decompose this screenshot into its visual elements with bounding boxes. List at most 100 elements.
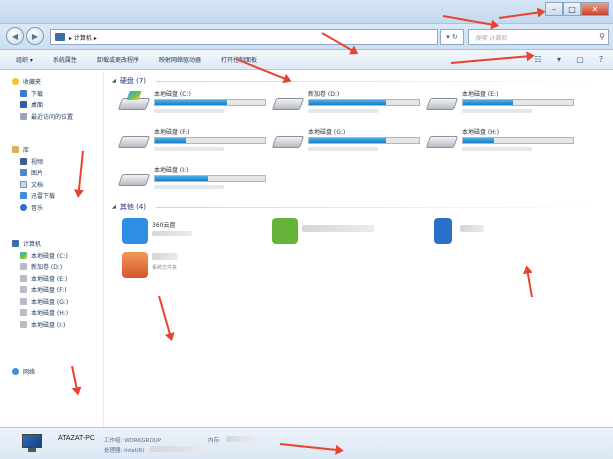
system-drive-icon xyxy=(20,251,27,259)
blurred-text xyxy=(462,147,532,151)
drive-name: 本地磁盘 (E:) xyxy=(462,91,499,98)
drive-tile[interactable]: 本地磁盘 (F:) xyxy=(116,124,276,158)
drive-usage-bar xyxy=(154,175,266,182)
drive-icon xyxy=(425,98,459,110)
download-icon xyxy=(20,89,27,97)
sidebar-network[interactable]: 网络 xyxy=(12,366,104,378)
sidebar-item-drive-i[interactable]: 本地磁盘 (I:) xyxy=(12,319,104,331)
drive-usage-bar xyxy=(308,99,420,106)
drive-icon xyxy=(20,320,27,328)
computer-group: 计算机 本地磁盘 (C:) 新加卷 (D:) 本地磁盘 (E:) 本地磁盘 (F… xyxy=(12,238,104,330)
forward-button[interactable]: ▶ xyxy=(26,27,44,45)
sidebar-item-drive-e[interactable]: 本地磁盘 (E:) xyxy=(12,273,104,285)
system-properties-button[interactable]: 系统属性 xyxy=(53,55,77,64)
blurred-text xyxy=(150,446,210,452)
music-icon xyxy=(20,203,27,211)
sidebar-item-drive-f[interactable]: 本地磁盘 (F:) xyxy=(12,284,104,296)
address-bar[interactable]: ▸ 计算机 ▸ xyxy=(50,29,438,45)
drive-usage-fill xyxy=(155,138,186,143)
uninstall-program-button[interactable]: 卸载或更改程序 xyxy=(97,55,139,64)
chevron-down-icon[interactable]: ▾ xyxy=(553,53,565,65)
desktop-icon xyxy=(20,101,27,109)
drive-usage-fill xyxy=(155,100,227,105)
drive-usage-bar xyxy=(462,137,574,144)
back-button[interactable]: ◀ xyxy=(6,27,24,45)
drive-icon xyxy=(271,98,305,110)
library-icon xyxy=(12,146,19,154)
drive-usage-fill xyxy=(463,100,513,105)
other-item-phone[interactable] xyxy=(424,214,574,254)
processor-label: 处理器: Intel(R) xyxy=(104,448,145,454)
download-folder-icon xyxy=(20,192,27,200)
drive-icon xyxy=(271,136,305,148)
other-item-app[interactable] xyxy=(266,214,416,254)
blurred-text xyxy=(152,231,192,236)
drive-tile[interactable]: 本地磁盘 (C:) xyxy=(116,86,276,120)
close-button[interactable]: ✕ xyxy=(581,2,609,16)
phone-icon xyxy=(434,218,452,244)
section-divider xyxy=(156,207,607,208)
network-group: 网络 xyxy=(12,366,104,378)
drive-icon xyxy=(20,309,27,317)
sidebar-item-drive-h[interactable]: 本地磁盘 (H:) xyxy=(12,307,104,319)
drive-usage-fill xyxy=(309,138,386,143)
sidebar-item-drive-g[interactable]: 本地磁盘 (G:) xyxy=(12,296,104,308)
drive-icon xyxy=(20,263,27,271)
content-pane: ◢ 硬盘 (7) 本地磁盘 (C:) 新加卷 (D:) 本地磁盘 (E:) 本地磁盘 … xyxy=(112,72,613,427)
refresh-button[interactable]: ▾ ↻ xyxy=(440,29,464,45)
app-icon xyxy=(272,218,298,244)
drive-icon xyxy=(20,274,27,282)
sidebar-item-thunder-downloads[interactable]: 迅雷下载 xyxy=(12,190,104,202)
drive-usage-bar xyxy=(154,137,266,144)
sidebar-item-downloads[interactable]: 下载 xyxy=(12,88,104,100)
organize-menu[interactable]: 组织 ▾ xyxy=(16,55,33,64)
drive-name: 本地磁盘 (C:) xyxy=(154,91,191,98)
sidebar-library[interactable]: 库 xyxy=(12,144,104,156)
blurred-text xyxy=(154,109,224,113)
sidebar-item-drive-c[interactable]: 本地磁盘 (C:) xyxy=(12,250,104,262)
sidebar-computer[interactable]: 计算机 xyxy=(12,238,104,250)
drive-tile[interactable]: 本地磁盘 (H:) xyxy=(424,124,584,158)
drive-usage-bar xyxy=(308,137,420,144)
system-drive-icon xyxy=(117,98,151,110)
sidebar-favorites[interactable]: 收藏夹 xyxy=(12,76,104,88)
blurred-text xyxy=(308,109,378,113)
maximize-button[interactable]: □ xyxy=(563,2,581,16)
drive-usage-fill xyxy=(309,100,386,105)
details-pane: ATAZAT-PC 工作组: WORKGROUP 内存: 处理器: Intel(… xyxy=(0,427,613,459)
sidebar-item-documents[interactable]: 文档 xyxy=(12,179,104,191)
computer-icon xyxy=(55,33,65,41)
search-icon: ⚲ xyxy=(599,32,605,41)
sidebar-item-drive-d[interactable]: 新加卷 (D:) xyxy=(12,261,104,273)
sidebar-item-videos[interactable]: 视频 xyxy=(12,156,104,168)
drive-tile[interactable]: 本地磁盘 (I:) xyxy=(116,162,276,196)
drive-usage-bar xyxy=(154,99,266,106)
collapse-triangle-icon: ◢ xyxy=(112,78,116,84)
map-network-drive-button[interactable]: 映射网络驱动器 xyxy=(159,55,201,64)
star-icon xyxy=(12,78,19,86)
search-input[interactable]: 搜索 计算机 ⚲ xyxy=(468,29,609,45)
drive-name: 本地磁盘 (H:) xyxy=(462,129,500,136)
drive-tile[interactable]: 本地磁盘 (G:) xyxy=(270,124,430,158)
folder-icon xyxy=(122,252,148,278)
title-bar: – □ ✕ xyxy=(0,0,613,24)
sidebar-item-recent[interactable]: 最近访问的位置 xyxy=(12,111,104,123)
drives-section-header[interactable]: ◢ 硬盘 (7) xyxy=(112,76,146,86)
blurred-text xyxy=(226,436,256,442)
drive-name: 新加卷 (D:) xyxy=(308,91,340,98)
address-path: ▸ 计算机 ▸ xyxy=(69,34,97,42)
blurred-text xyxy=(154,147,224,151)
other-item-system-folder[interactable]: 系统文件夹 xyxy=(116,248,266,288)
sidebar-item-music[interactable]: 音乐 xyxy=(12,202,104,214)
computer-icon xyxy=(12,240,19,248)
sidebar-item-pictures[interactable]: 图片 xyxy=(12,167,104,179)
drive-icon xyxy=(117,136,151,148)
drive-tile[interactable]: 新加卷 (D:) xyxy=(270,86,430,120)
drive-tile[interactable]: 本地磁盘 (E:) xyxy=(424,86,584,120)
minimize-button[interactable]: – xyxy=(545,2,563,16)
other-section-header[interactable]: ◢ 其他 (4) xyxy=(112,202,146,212)
drive-icon xyxy=(20,297,27,305)
sidebar-item-desktop[interactable]: 桌面 xyxy=(12,99,104,111)
preview-pane-icon[interactable]: ▢ xyxy=(574,53,586,65)
help-icon[interactable]: ? xyxy=(595,53,607,65)
